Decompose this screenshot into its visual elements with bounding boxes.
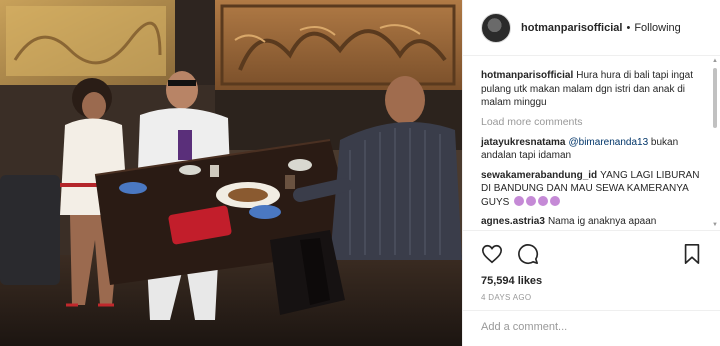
load-more-comments-button[interactable]: Load more comments [481,116,703,128]
post-photo[interactable] [0,0,462,346]
comment-item: sewakamerabandung_id YANG LAGI LIBURAN DI… [481,169,703,210]
scroll-up-arrow-icon[interactable]: ▲ [712,58,718,64]
comment-mention[interactable]: @bimarenanda13 [569,137,649,148]
bookmark-icon[interactable] [681,243,703,265]
header-username[interactable]: hotmanparisofficial [521,22,622,34]
comment-username[interactable]: sewakamerabandung_id [481,170,597,181]
avatar[interactable] [481,12,511,43]
comment-icon[interactable] [517,243,539,265]
comment-text: Nama ig anaknya apaan [547,216,657,227]
comment-item: jatayukresnatama @bimarenanda13 bukan and… [481,136,703,163]
dinner-photo-illustration [0,0,462,346]
emoji-icon [538,195,549,206]
comments-scrollbar[interactable]: ▲ ▼ [712,58,718,228]
emoji-icon [550,195,561,206]
scroll-down-arrow-icon[interactable]: ▼ [712,222,718,228]
caption: hotmanparisofficial Hura hura di bali tap… [481,69,703,110]
instagram-post-view: hotmanparisofficial • Following hotmanpa… [0,0,720,346]
scrollbar-thumb[interactable] [713,68,717,128]
comment-username[interactable]: jatayukresnatama [481,137,566,148]
emoji-icon [526,195,537,206]
action-icons [481,241,703,267]
emoji-icon [514,195,525,206]
header-separator: • [626,21,631,34]
following-button[interactable]: Following [634,22,680,34]
add-comment-bar [463,310,720,346]
post-timestamp[interactable]: 4 DAYS AGO [481,293,703,302]
likes-count[interactable]: 75,594 likes [481,275,703,287]
post-side-panel: hotmanparisofficial • Following hotmanpa… [462,0,720,346]
heart-icon[interactable] [481,243,503,265]
post-header: hotmanparisofficial • Following [463,0,720,56]
comment-username[interactable]: agnes.astria3 [481,216,545,227]
comment-item: agnes.astria3 Nama ig anaknya apaan [481,215,703,229]
add-comment-input[interactable] [481,321,703,333]
caption-username[interactable]: hotmanparisofficial [481,70,573,81]
post-actions: 75,594 likes 4 DAYS AGO [463,230,720,310]
comments-list: hotmanparisofficial Hura hura di bali tap… [463,57,713,229]
